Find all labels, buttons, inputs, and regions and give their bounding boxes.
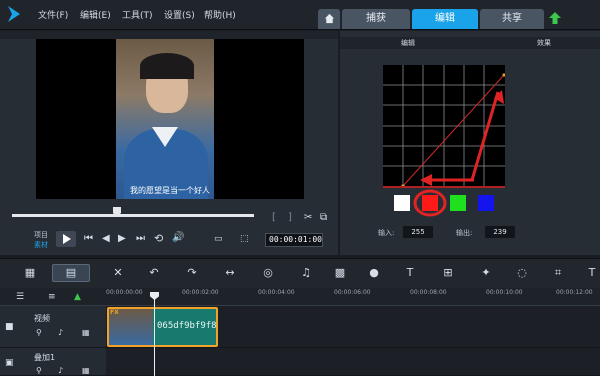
overlay-track-lane[interactable] xyxy=(106,348,600,376)
volume-icon[interactable]: 🔊 xyxy=(172,232,184,243)
ruler-tick: 00:00:06:00 xyxy=(334,289,371,296)
zoom-up-icon[interactable]: ▲ xyxy=(74,292,81,302)
text-icon[interactable]: T xyxy=(584,266,600,280)
tab-share[interactable]: 共享 xyxy=(480,9,544,29)
output-label: 输出: xyxy=(456,229,473,237)
input-label: 输入: xyxy=(378,229,395,237)
video-subtitle: 我的愿望是当一个好人 xyxy=(130,186,210,195)
clip-fx-badge: FX xyxy=(110,309,119,316)
playhead-line xyxy=(154,296,155,376)
preview-scrubber[interactable] xyxy=(12,214,254,217)
overlay-track-icon: ▣ xyxy=(5,358,14,368)
prev-frame-icon[interactable]: ◀ xyxy=(102,233,110,244)
video-frame-image xyxy=(116,39,214,199)
add-track-icon[interactable]: ≡ xyxy=(48,292,56,302)
tab-curve-edit[interactable]: 编辑 xyxy=(345,37,471,49)
app-logo-icon xyxy=(8,6,20,22)
storyboard-view-icon[interactable]: ▦ xyxy=(22,266,38,280)
multi-camera-icon[interactable]: ● xyxy=(366,266,382,280)
ruler-tick: 00:00:10:00 xyxy=(486,289,523,296)
repeat-icon[interactable]: ⟲ xyxy=(154,232,163,245)
output-value-field[interactable]: 239 xyxy=(485,226,515,238)
menu-tools[interactable]: 工具(T) xyxy=(122,8,153,21)
ruler-tick: 00:00:02:00 xyxy=(182,289,219,296)
mark-in-icon[interactable]: [ xyxy=(272,212,276,223)
ruler-tick: 00:00:08:00 xyxy=(410,289,447,296)
title-icon[interactable]: T xyxy=(402,266,418,280)
tab-edit[interactable]: 编辑 xyxy=(412,9,478,29)
timecode-field[interactable]: 00:00:01:00 xyxy=(265,233,323,247)
channel-white-swatch[interactable] xyxy=(394,195,410,211)
channel-blue-swatch[interactable] xyxy=(478,195,494,211)
fit-timeline-icon[interactable]: ↔ xyxy=(222,266,238,280)
play-button[interactable] xyxy=(56,231,76,247)
project-mode-label[interactable]: 项目 xyxy=(34,230,48,240)
copy-icon[interactable]: ⧉ xyxy=(320,212,327,223)
track-grid-icon[interactable]: ▦ xyxy=(82,328,90,337)
overlay-link-icon[interactable]: ⚲ xyxy=(36,366,42,375)
video-track-icon: ■ xyxy=(5,322,14,332)
crop-icon[interactable]: ⌗ xyxy=(550,266,566,280)
overlay-grid-icon[interactable]: ▦ xyxy=(82,366,90,375)
enlarge-icon[interactable]: ⬚ xyxy=(240,234,249,244)
track-manager-icon[interactable]: ☰ xyxy=(16,292,24,302)
audio-mixer-icon[interactable]: ♫ xyxy=(298,266,314,280)
go-end-icon[interactable]: ⏭ xyxy=(136,233,145,244)
track-audio-icon[interactable]: ♪ xyxy=(58,328,63,337)
overlay-track-label: 叠加1 xyxy=(34,353,56,362)
play-icon xyxy=(63,234,71,244)
record-icon[interactable]: ◎ xyxy=(260,266,276,280)
overlay-audio-icon[interactable]: ♪ xyxy=(58,366,63,375)
home-icon xyxy=(324,13,334,24)
menu-file[interactable]: 文件(F) xyxy=(38,8,68,21)
ruler-tick: 00:00:00:00 xyxy=(106,289,143,296)
mask-icon[interactable]: ◌ xyxy=(514,266,530,280)
mark-out-icon[interactable]: ] xyxy=(288,212,292,223)
home-button[interactable] xyxy=(318,9,340,29)
menu-settings[interactable]: 设置(S) xyxy=(164,8,195,21)
clip-mode-label[interactable]: 素材 xyxy=(34,240,48,250)
link-icon[interactable]: ⚲ xyxy=(36,328,42,337)
highlight-circle-icon xyxy=(413,189,447,217)
undo-icon[interactable]: ↶ xyxy=(146,266,162,280)
menu-edit[interactable]: 编辑(E) xyxy=(80,8,111,21)
aspect-ratio-icon[interactable]: ▭ xyxy=(214,234,223,244)
next-frame-icon[interactable]: ▶ xyxy=(118,233,126,244)
video-track-label: 视频 xyxy=(34,314,50,323)
motion-track-icon[interactable]: ▩ xyxy=(332,266,348,280)
video-track-header xyxy=(0,306,106,348)
timeline-view-icon[interactable]: ▤ xyxy=(63,266,79,280)
ruler-tick: 00:00:04:00 xyxy=(258,289,295,296)
split-screen-icon[interactable]: ⊞ xyxy=(440,266,456,280)
motion-icon[interactable]: ✦ xyxy=(478,266,494,280)
input-value-field[interactable]: 255 xyxy=(403,226,433,238)
curve-baseline xyxy=(383,186,505,188)
clip-name: 065df9bf9f8 xyxy=(157,321,217,331)
redo-icon[interactable]: ↷ xyxy=(184,266,200,280)
tab-capture[interactable]: 捕获 xyxy=(342,9,410,29)
go-start-icon[interactable]: ⏮ xyxy=(84,233,93,244)
tools-icon[interactable]: ✕ xyxy=(110,266,126,280)
menu-help[interactable]: 帮助(H) xyxy=(204,8,236,21)
tab-curve-effect[interactable]: 效果 xyxy=(486,37,600,49)
channel-green-swatch[interactable] xyxy=(450,195,466,211)
ruler-tick: 00:00:12:00 xyxy=(556,289,593,296)
upload-icon[interactable] xyxy=(548,11,562,25)
preview-header xyxy=(0,31,338,39)
cut-icon[interactable]: ✂ xyxy=(304,212,312,223)
annotation-arrow-icon xyxy=(420,90,504,186)
